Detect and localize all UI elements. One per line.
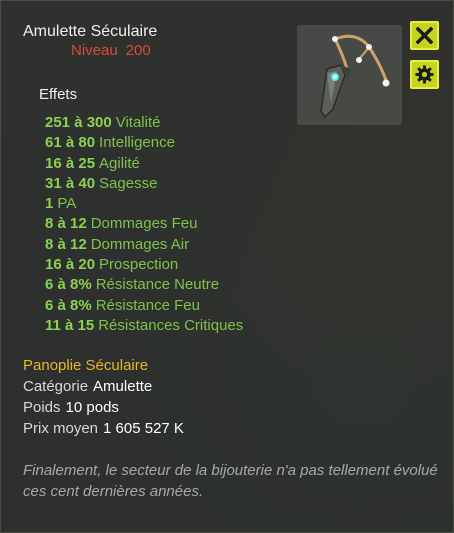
effect-item: 1 PA: [45, 194, 243, 214]
weight-value: 10 pods: [65, 399, 119, 416]
effect-range: 8 à 12: [45, 235, 87, 253]
effect-stat: Résistance Neutre: [95, 276, 220, 294]
effect-item: 8 à 12 Dommages Air: [45, 235, 243, 255]
effect-range: 31 à 40: [45, 174, 96, 192]
flavor-text: Finalement, le secteur de la bijouterie …: [23, 462, 438, 500]
category-row: Catégorie Amulette: [23, 378, 152, 395]
effect-range: 61 à 80: [45, 134, 96, 152]
item-level-value: 200: [125, 42, 151, 59]
price-row: Prix moyen 1 605 527 K: [23, 420, 184, 437]
effect-item: 16 à 20 Prospection: [45, 255, 243, 275]
effect-item: 31 à 40 Sagesse: [45, 174, 243, 194]
effect-stat: Sagesse: [99, 174, 158, 192]
category-value: Amulette: [93, 378, 153, 395]
effect-range: 251 à 300: [45, 114, 112, 131]
effect-range: 11 à 15: [45, 316, 95, 334]
category-label: Catégorie: [23, 378, 89, 395]
effect-item: 8 à 12 Dommages Feu: [45, 214, 243, 234]
effect-range: 6 à 8%: [45, 296, 92, 314]
effect-range: 8 à 12: [45, 215, 87, 233]
effects-title: Effets: [39, 86, 78, 103]
effect-stat: Vitalité: [115, 114, 161, 131]
effect-stat: Résistance Feu: [95, 296, 200, 314]
price-label: Prix moyen: [23, 420, 99, 437]
effect-range: 6 à 8%: [45, 276, 92, 294]
weight-row: Poids 10 pods: [23, 399, 119, 416]
weight-label: Poids: [23, 399, 61, 416]
effect-range: 16 à 25: [45, 154, 96, 172]
price-value: 1 605 527 K: [103, 420, 184, 437]
item-level-label: Niveau: [71, 42, 118, 59]
effect-item: 6 à 8% Résistance Neutre: [45, 275, 243, 295]
effect-range: 1: [45, 195, 54, 213]
amulet-icon: [320, 34, 390, 119]
effect-item: 11 à 15 Résistances Critiques: [45, 316, 243, 336]
effect-stat: Dommages Air: [90, 235, 190, 253]
effect-item: 6 à 8% Résistance Feu: [45, 296, 243, 316]
settings-button[interactable]: [410, 60, 439, 89]
effect-stat: Agilité: [99, 154, 140, 172]
effect-stat: Prospection: [99, 256, 179, 274]
close-icon: [416, 27, 433, 44]
item-image: [297, 25, 402, 125]
effect-stat: PA: [57, 195, 77, 213]
item-name: Amulette Séculaire: [23, 23, 158, 40]
item-level: Niveau 200: [71, 42, 159, 59]
effect-item: 251 à 300 Vitalité: [45, 113, 243, 133]
effect-stat: Dommages Feu: [90, 215, 198, 233]
gear-icon: [415, 65, 434, 84]
effect-item: 61 à 80 Intelligence: [45, 133, 243, 153]
effect-stat: Intelligence: [99, 134, 175, 152]
item-tooltip: Amulette Séculaire Niveau 200 Effets 251…: [0, 0, 454, 533]
effect-range: 16 à 20: [45, 256, 96, 274]
effect-item: 16 à 25 Agilité: [45, 154, 243, 174]
set-name-link[interactable]: Panoplie Séculaire: [23, 357, 148, 374]
close-button[interactable]: [410, 21, 439, 50]
effect-stat: Résistances Critiques: [98, 316, 244, 334]
effects-list: 251 à 300 Vitalité 61 à 80 Intelligence 16 à…: [45, 113, 243, 336]
